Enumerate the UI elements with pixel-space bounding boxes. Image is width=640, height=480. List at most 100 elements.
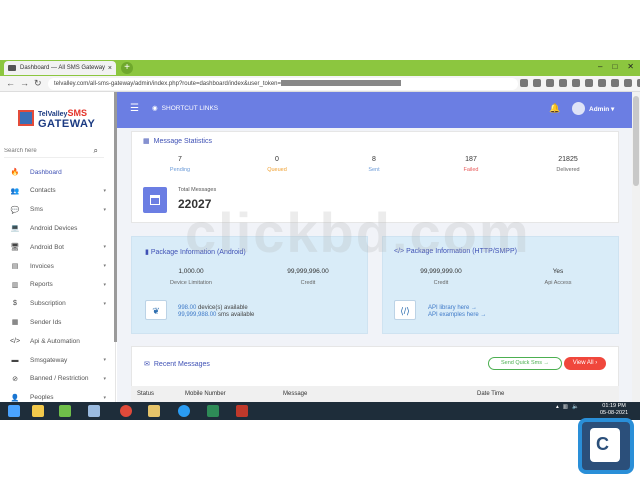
file-explorer-icon[interactable] [28,402,48,420]
recent-title-text: Recent Messages [153,360,210,368]
excel-icon[interactable] [203,402,223,420]
image-app-icon[interactable] [55,402,75,420]
extension-icon[interactable] [598,79,606,87]
stat-label: Queued [267,167,287,173]
http-credit-value: 99,999,999.00 [420,268,462,275]
browser-tab[interactable]: Dashboard — All SMS Gateway × [4,61,116,75]
folder-icon[interactable] [144,402,164,420]
sidebar-item-smsgateway[interactable]: ▬ Smsgateway ▾ [0,351,114,369]
sidebar-item-label: Contacts [30,187,56,195]
maximize-button[interactable]: □ [612,62,617,71]
http-credit-label: Credit [433,280,449,286]
api-access-label: Api Access [544,280,572,286]
logo-brand: TelValley [38,111,68,118]
device-limit-label: Device Limitation [170,280,212,286]
system-tray[interactable]: ▴ ▥ 🔈 [556,404,579,410]
sidebar-item-label: Android Bot [30,243,64,251]
extension-icon[interactable] [546,79,554,87]
stat-value: 187 [465,156,477,163]
api-library-link[interactable]: API library here → [428,305,477,311]
stats-title-text: Message Statistics [153,137,212,145]
back-arrow-icon[interactable]: ← [6,78,15,88]
chevron-down-icon: ▾ [103,263,106,269]
filezilla-icon[interactable] [232,402,252,420]
stats-title: ▦ Message Statistics [143,137,212,146]
network-icon[interactable]: ▥ [563,404,568,410]
reload-icon[interactable]: ↻ [34,78,42,89]
tray-arrow-icon[interactable]: ▴ [556,404,559,410]
extension-icon[interactable] [572,79,580,87]
scrollbar-thumb[interactable] [633,96,639,186]
logo-emblem-icon [18,110,34,126]
avatar[interactable] [572,102,585,115]
chrome-icon[interactable] [116,402,136,420]
sidebar-item-dashboard[interactable]: 🔥 Dashboard [0,163,114,181]
clock-time: 01:19 PM [602,403,626,409]
address-bar[interactable]: telvalley.com/all-sms-gateway/admin/inde… [48,78,518,90]
sidebar-item-label: Peoples [30,394,54,402]
column-header-message[interactable]: Message [283,391,307,397]
bell-icon[interactable]: 🔔 [549,103,560,114]
sidebar-item-contacts[interactable]: 👥 Contacts ▾ [0,182,114,200]
sidebar-item-subscription[interactable]: $ Subscription ▾ [0,295,114,313]
user-icon: 👤 [10,394,20,402]
send-quick-sms-button[interactable]: Send Quick Sms → [488,357,562,370]
column-header-mobile[interactable]: Mobile Number [185,391,226,397]
skype-icon[interactable] [174,402,194,420]
volume-icon[interactable]: 🔈 [572,404,579,410]
leaf-icon[interactable]: ❦ [145,300,167,320]
search-icon[interactable]: ⌕ [94,146,98,156]
windows-start-icon[interactable] [4,402,24,420]
extension-icon[interactable] [624,79,632,87]
extension-icon[interactable] [611,79,619,87]
sidebar-item-label: Reports [30,281,53,289]
document-app-icon[interactable] [84,402,104,420]
sidebar-item-label: Smsgateway [30,356,68,364]
close-window-button[interactable]: ✕ [627,62,634,71]
minimize-button[interactable]: – [598,62,602,71]
sidebar-item-banned-restriction[interactable]: ⊘ Banned / Restriction ▾ [0,370,114,388]
stat-queued: 0 Queued [247,156,307,173]
sidebar-item-invoices[interactable]: ▤ Invoices ▾ [0,257,114,275]
forward-arrow-icon[interactable]: → [20,78,29,88]
extension-icon[interactable] [533,79,541,87]
chevron-down-icon: ▾ [103,394,106,401]
server-icon: ▬ [11,356,19,364]
extension-icon[interactable] [585,79,593,87]
extension-icon[interactable] [559,79,567,87]
sidebar-item-sender-ids[interactable]: ▦ Sender Ids [0,313,114,331]
app-logo[interactable]: TelValleySMS GATEWAY [18,108,102,130]
stat-value: 7 [178,156,182,163]
new-tab-button[interactable]: + [121,62,133,74]
clock-date: 05-08-2021 [600,410,629,416]
tab-close-button[interactable]: × [108,65,112,72]
sidebar-item-sms[interactable]: 💬 Sms ▾ [0,201,114,219]
hamburger-menu-icon[interactable]: ☰ [130,103,139,114]
total-messages-label: Total Messages [178,187,217,193]
sidebar-item-label: Invoices [30,262,54,270]
extension-icon[interactable] [520,79,528,87]
sidebar-item-label: Subscription [30,300,66,308]
sidebar-item-api-automation[interactable]: </> Api & Automation [0,332,114,350]
search-input[interactable] [4,144,84,158]
stat-label: Pending [169,167,191,173]
sidebar-item-label: Banned / Restriction [30,375,89,383]
taskbar-clock[interactable]: 01:19 PM 05-08-2021 [600,403,628,417]
column-header-datetime[interactable]: Date Time [477,391,504,397]
sidebar-item-android-devices[interactable]: 💻 Android Devices [0,219,114,237]
stat-delivered: 21825 Delivered [538,156,598,173]
api-examples-link[interactable]: API examples here → [428,312,486,318]
sidebar-item-android-bot[interactable]: 🖥 Android Bot ▾ [0,238,114,256]
android-credit-value: 99,999,996.00 [287,268,329,275]
contacts-icon: 👥 [10,187,20,195]
stat-value: 8 [372,156,376,163]
sidebar-item-reports[interactable]: ▥ Reports ▾ [0,276,114,294]
shortcut-links-button[interactable]: ◉ SHORTCUT LINKS [152,104,218,113]
view-all-button[interactable]: View All › [564,357,606,370]
chevron-down-icon: ▾ [103,281,106,288]
devices-available-num: 998.00 [178,305,197,311]
user-menu[interactable]: Admin ▾ [589,105,614,113]
column-header-status[interactable]: Status [137,391,154,397]
code-button-icon[interactable]: ⟨/⟩ [394,300,416,320]
page-scrollbar[interactable] [632,92,640,402]
